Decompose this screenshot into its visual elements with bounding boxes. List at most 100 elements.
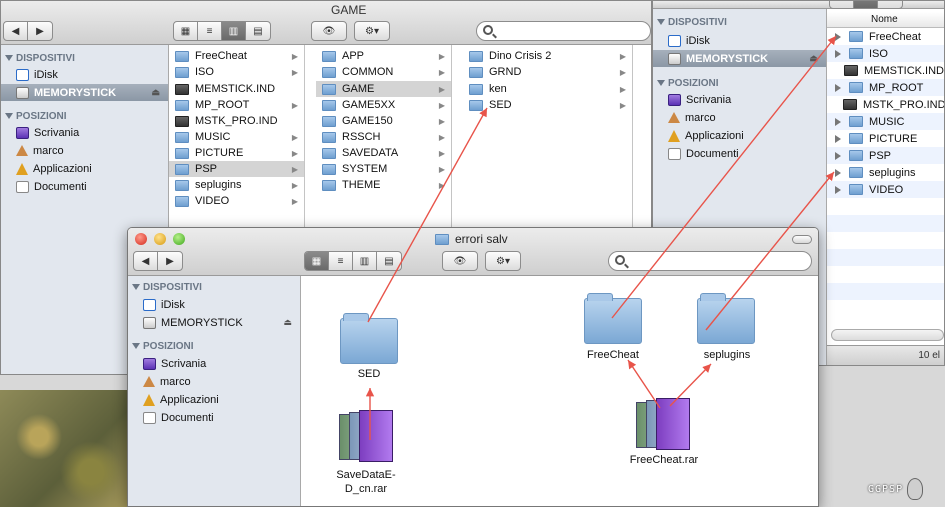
disclosure-triangle-icon[interactable]	[835, 168, 841, 177]
table-row[interactable]: VIDEO	[827, 181, 944, 198]
disclosure-triangle-icon[interactable]	[132, 284, 140, 291]
sidebar-item-marco[interactable]: marco	[128, 373, 300, 390]
sidebar-item-scrivania[interactable]: Scrivania	[1, 124, 168, 141]
list-item[interactable]: ISO ▶	[169, 64, 304, 80]
list-item[interactable]: VIDEO ▶	[169, 193, 304, 209]
sidebar-item-marco[interactable]: marco	[1, 142, 168, 159]
list-item[interactable]: Dino Crisis 2 ▶	[463, 48, 632, 64]
sidebar-item-memorystick[interactable]: MEMORYSTICK ⏏	[653, 50, 826, 67]
freecheat-archive-label[interactable]: FreeCheat.rar	[616, 454, 712, 466]
sidebar-item-documenti[interactable]: Documenti	[653, 145, 826, 162]
sidebar-item-idisk[interactable]: iDisk	[653, 32, 826, 49]
list-item[interactable]: PSP ▶	[169, 161, 304, 177]
disclosure-triangle-icon[interactable]	[5, 55, 13, 62]
list-item[interactable]: MUSIC ▶	[169, 129, 304, 145]
table-row[interactable]: MP_ROOT	[827, 79, 944, 96]
forward-button[interactable]: ▶	[28, 22, 52, 40]
list-item[interactable]: SED ▶	[463, 97, 632, 113]
close-button[interactable]	[135, 233, 147, 245]
list-item[interactable]: ken ▶	[463, 81, 632, 97]
action-menu-button[interactable]: ⚙▾	[354, 21, 390, 41]
horizontal-scrollbar[interactable]	[831, 329, 944, 341]
table-row[interactable]: seplugins	[827, 164, 944, 181]
list-view-button[interactable]: ≡	[198, 22, 222, 40]
column-view-button[interactable]: ▥	[353, 252, 377, 270]
list-item[interactable]: GAME150 ▶	[316, 113, 451, 129]
seplugins-folder-label[interactable]: seplugins	[687, 349, 767, 361]
column-header-name[interactable]: Nome	[827, 12, 944, 28]
icon-view-button[interactable]	[830, 1, 854, 8]
disclosure-triangle-icon[interactable]	[5, 113, 13, 120]
table-row[interactable]: MEMSTICK.IND	[827, 62, 944, 79]
minimize-button[interactable]	[154, 233, 166, 245]
seplugins-folder-icon[interactable]	[697, 293, 755, 344]
list-item[interactable]: SAVEDATA ▶	[316, 145, 451, 161]
sidebar-item-scrivania[interactable]: Scrivania	[128, 355, 300, 372]
freecheat-archive-icon[interactable]	[636, 396, 690, 452]
list-item[interactable]: COMMON ▶	[316, 64, 451, 80]
disclosure-triangle-icon[interactable]	[132, 343, 140, 350]
table-row[interactable]: MUSIC	[827, 113, 944, 130]
coverflow-view-button[interactable]: ▤	[377, 252, 401, 270]
disclosure-triangle-icon[interactable]	[657, 19, 665, 26]
eject-icon[interactable]: ⏏	[809, 53, 818, 64]
list-item[interactable]: MSTK_PRO.IND	[169, 113, 304, 129]
savedata-archive-icon[interactable]	[339, 408, 393, 464]
quick-look-button[interactable]: 👁	[442, 251, 478, 271]
list-item[interactable]: SYSTEM ▶	[316, 161, 451, 177]
list-item[interactable]: GAME5XX ▶	[316, 97, 451, 113]
disclosure-triangle-icon[interactable]	[835, 117, 841, 126]
coverflow-view-button[interactable]: ▤	[246, 22, 270, 40]
disclosure-triangle-icon[interactable]	[657, 80, 665, 87]
sidebar-item-applicazioni[interactable]: Applicazioni	[128, 391, 300, 408]
eject-icon[interactable]: ⏏	[151, 87, 160, 98]
sidebar-item-documenti[interactable]: Documenti	[128, 409, 300, 426]
table-row[interactable]: PSP	[827, 147, 944, 164]
list-item[interactable]: THEME ▶	[316, 177, 451, 193]
disclosure-triangle-icon[interactable]	[835, 185, 841, 194]
zoom-button[interactable]	[173, 233, 185, 245]
list-item[interactable]: GAME ▶	[316, 81, 451, 97]
list-view-button[interactable]: ≡	[329, 252, 353, 270]
quick-look-button[interactable]: 👁	[311, 21, 347, 41]
disclosure-triangle-icon[interactable]	[835, 83, 841, 92]
disclosure-triangle-icon[interactable]	[835, 151, 841, 160]
action-menu-button[interactable]: ⚙▾	[485, 251, 521, 271]
freecheat-folder-icon[interactable]	[584, 293, 642, 344]
search-field[interactable]	[476, 21, 651, 41]
disclosure-triangle-icon[interactable]	[835, 49, 841, 58]
list-item[interactable]: FreeCheat ▶	[169, 48, 304, 64]
sidebar-item-documenti[interactable]: Documenti	[1, 178, 168, 195]
list-item[interactable]: PICTURE ▶	[169, 145, 304, 161]
table-row[interactable]: MSTK_PRO.IND	[827, 96, 944, 113]
list-item[interactable]: seplugins ▶	[169, 177, 304, 193]
table-row[interactable]: ISO	[827, 45, 944, 62]
eject-icon[interactable]: ⏏	[283, 317, 292, 328]
list-item[interactable]: APP ▶	[316, 48, 451, 64]
freecheat-folder-label[interactable]: FreeCheat	[573, 349, 653, 361]
sidebar-item-marco[interactable]: marco	[653, 109, 826, 126]
disclosure-triangle-icon[interactable]	[835, 32, 841, 41]
sidebar-item-scrivania[interactable]: Scrivania	[653, 91, 826, 108]
savedata-archive-label[interactable]: SaveDataE- D_cn.rar	[323, 468, 409, 496]
search-field[interactable]	[608, 251, 812, 271]
icon-view-button[interactable]: ▦	[174, 22, 198, 40]
sidebar-item-memorystick[interactable]: MEMORYSTICK ⏏	[128, 314, 300, 331]
list-view-button[interactable]	[854, 1, 878, 8]
list-item[interactable]: RSSCH ▶	[316, 129, 451, 145]
table-row[interactable]: PICTURE	[827, 130, 944, 147]
column-view-button[interactable]: ▥	[222, 22, 246, 40]
sidebar-item-idisk[interactable]: iDisk	[128, 296, 300, 313]
icon-view-button[interactable]: ▦	[305, 252, 329, 270]
sidebar-item-applicazioni[interactable]: Applicazioni	[653, 127, 826, 144]
list-item[interactable]: GRND ▶	[463, 64, 632, 80]
sidebar-item-memorystick[interactable]: MEMORYSTICK ⏏	[1, 84, 168, 101]
sidebar-item-idisk[interactable]: iDisk	[1, 66, 168, 83]
list-item[interactable]: MEMSTICK.IND	[169, 81, 304, 97]
sed-folder-label[interactable]: SED	[331, 368, 407, 380]
table-row[interactable]: FreeCheat	[827, 28, 944, 45]
sed-folder-icon[interactable]	[340, 313, 398, 364]
back-button[interactable]: ◀	[134, 252, 158, 270]
back-button[interactable]: ◀	[4, 22, 28, 40]
disclosure-triangle-icon[interactable]	[835, 134, 841, 143]
